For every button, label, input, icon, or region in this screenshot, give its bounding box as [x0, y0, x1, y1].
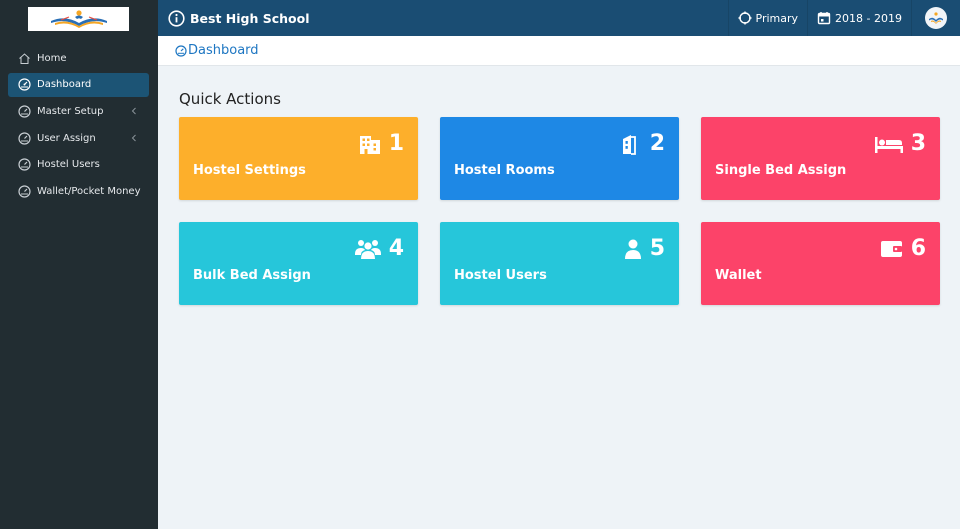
school-title: Best High School [168, 0, 310, 36]
card-label: Hostel Settings [193, 163, 306, 178]
card-number: 5 [649, 236, 665, 261]
users-icon [354, 239, 381, 259]
level-label: Primary [755, 11, 799, 25]
card-number: 4 [388, 236, 404, 261]
breadcrumb-label: Dashboard [188, 43, 259, 58]
avatar [925, 7, 947, 29]
chevron-left-icon [131, 134, 136, 142]
dashboard-icon [18, 105, 31, 118]
book-logo-icon [50, 10, 107, 28]
sidebar-item-hostel-users[interactable]: Hostel Users [8, 153, 149, 177]
card-label: Hostel Users [454, 268, 547, 283]
school-name: Best High School [190, 10, 310, 26]
calendar-icon [817, 12, 831, 25]
dashboard-icon [18, 158, 31, 171]
breadcrumb[interactable]: Dashboard [175, 43, 259, 58]
sidebar-item-label: Master Setup [37, 105, 104, 117]
card-label: Wallet [715, 268, 762, 283]
bed-icon [874, 136, 903, 153]
building-icon [359, 135, 380, 154]
door-icon [622, 134, 636, 155]
card-number: 2 [649, 131, 665, 156]
sidebar: Home Dashboard Master Setup User Assign [0, 0, 158, 529]
card-bulk-bed-assign[interactable]: 4 Bulk Bed Assign [179, 222, 418, 305]
breadcrumb-bar: Dashboard [158, 36, 960, 66]
sidebar-item-label: Wallet/Pocket Money [37, 185, 141, 197]
chevron-left-icon [131, 108, 136, 115]
card-number-wrap: 4 [354, 236, 404, 261]
dashboard-icon [18, 131, 31, 145]
section-title: Quick Actions [179, 90, 281, 108]
sidebar-item-user-assign[interactable]: User Assign [8, 126, 149, 150]
card-hostel-users[interactable]: 5 Hostel Users [440, 222, 679, 305]
dashboard-icon [18, 78, 31, 91]
crosshair-icon [738, 11, 752, 25]
user-avatar[interactable] [911, 0, 960, 36]
year-label: 2018 - 2019 [835, 11, 902, 25]
card-hostel-rooms[interactable]: 2 Hostel Rooms [440, 117, 679, 200]
home-icon [18, 52, 31, 65]
sidebar-item-label: Dashboard [37, 79, 92, 91]
sidebar-nav: Home Dashboard Master Setup User Assign [8, 46, 149, 206]
sidebar-item-wallet[interactable]: Wallet/Pocket Money [8, 179, 149, 203]
level-selector[interactable]: Primary [727, 0, 808, 36]
year-selector[interactable]: 2018 - 2019 [807, 0, 911, 36]
sidebar-item-label: Home [37, 52, 67, 64]
card-wallet[interactable]: 6 Wallet [701, 222, 940, 305]
card-number-wrap: 1 [358, 131, 404, 156]
card-number: 3 [910, 131, 926, 156]
card-number-wrap: 6 [880, 236, 926, 261]
card-number: 1 [388, 131, 404, 156]
card-label: Single Bed Assign [715, 163, 847, 178]
wallet-icon [880, 240, 902, 257]
sidebar-item-label: Hostel Users [37, 159, 100, 171]
card-label: Hostel Rooms [454, 163, 555, 178]
sidebar-item-master-setup[interactable]: Master Setup [8, 99, 149, 123]
school-logo[interactable] [28, 7, 129, 31]
sidebar-item-home[interactable]: Home [8, 46, 149, 70]
info-icon [168, 9, 185, 27]
card-number: 6 [910, 236, 926, 261]
card-hostel-settings[interactable]: 1 Hostel Settings [179, 117, 418, 200]
book-logo-icon [929, 12, 943, 24]
card-number-wrap: 3 [874, 131, 926, 156]
card-number-wrap: 5 [623, 236, 665, 261]
sidebar-item-dashboard[interactable]: Dashboard [8, 72, 149, 97]
sidebar-item-label: User Assign [37, 132, 96, 144]
card-label: Bulk Bed Assign [193, 268, 311, 283]
dashboard-icon [175, 44, 187, 57]
user-icon [624, 239, 641, 259]
top-navbar: Best High School Primary 2018 - 2019 [158, 0, 960, 36]
card-number-wrap: 2 [619, 131, 665, 156]
dashboard-icon [18, 185, 31, 198]
card-single-bed-assign[interactable]: 3 Single Bed Assign [701, 117, 940, 200]
